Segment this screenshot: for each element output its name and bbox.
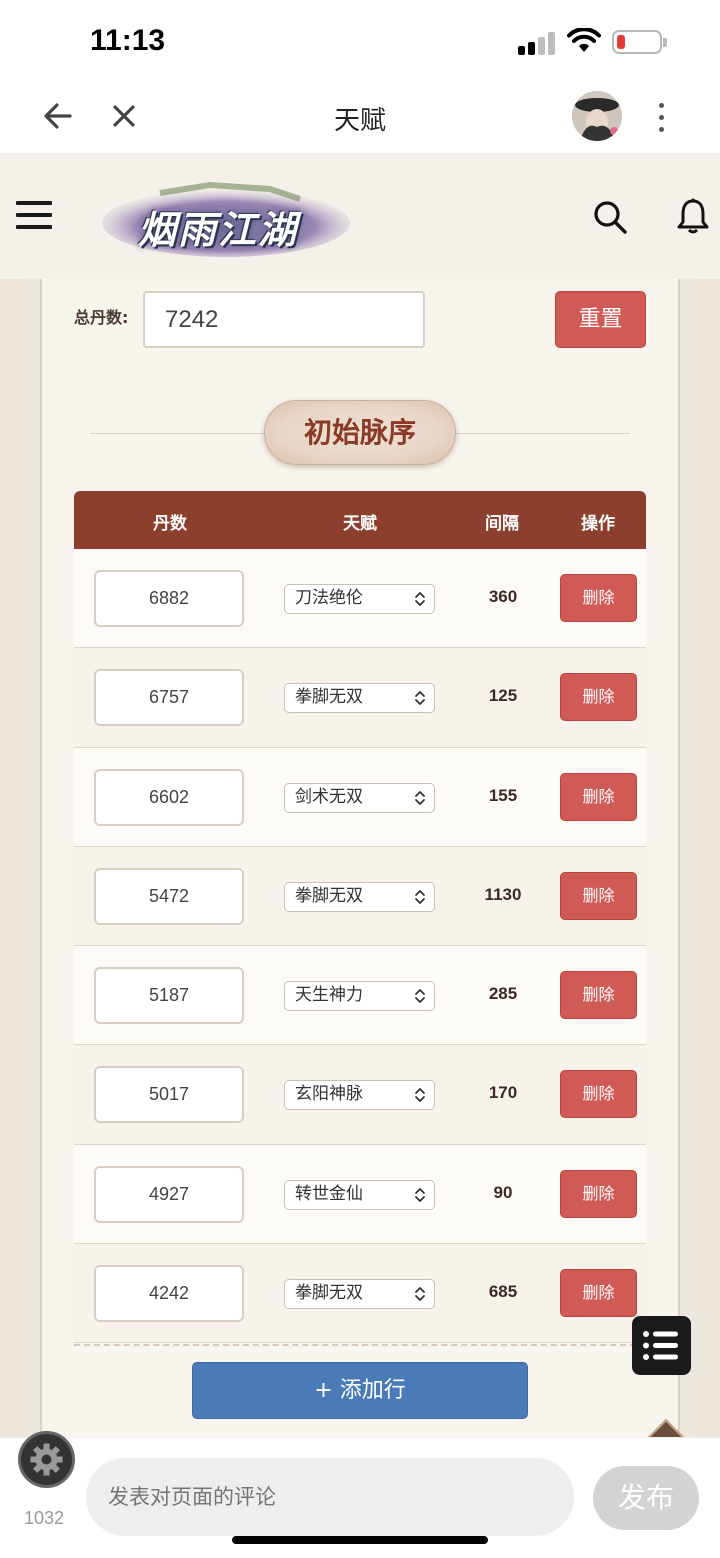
chevron-updown-icon <box>415 989 425 1004</box>
delete-button[interactable]: 删除 <box>560 772 637 821</box>
delete-button[interactable]: 删除 <box>560 574 637 622</box>
interval-value: 170 <box>488 1083 518 1103</box>
site-header: 烟雨江湖 <box>0 153 720 279</box>
bell-icon[interactable] <box>676 197 710 235</box>
table-row: 5187 天生神力 285 删除 <box>74 946 646 1046</box>
delete-button[interactable]: 删除 <box>560 673 637 722</box>
dan-input[interactable]: 6757 <box>94 669 244 727</box>
table-row: 4242 拳脚无双 685 删除 <box>74 1244 646 1344</box>
table-row: 6602 剑术无双 155 删除 <box>74 747 646 847</box>
table-header: 丹数 天赋 间隔 操作 <box>74 491 646 549</box>
interval-value: 155 <box>488 785 518 805</box>
interval-value: 125 <box>488 686 518 706</box>
interval-value: 1130 <box>484 884 522 904</box>
more-icon[interactable] <box>648 100 674 132</box>
talent-select-value: 拳脚无双 <box>295 885 363 906</box>
dan-input[interactable]: 6602 <box>94 768 244 826</box>
talent-select-value: 拳脚无双 <box>295 1283 363 1304</box>
add-row-button[interactable]: + 添加行 <box>192 1362 528 1419</box>
nav-bar: 天赋 <box>0 80 720 153</box>
signal-icon <box>518 31 558 55</box>
chevron-updown-icon <box>415 1187 425 1202</box>
interval-value: 285 <box>488 984 518 1004</box>
talent-table: 丹数 天赋 间隔 操作 6882 刀法绝伦 360 删除 6757 拳脚无双 125 删除 66… <box>74 491 646 1344</box>
gear-icon <box>30 1443 63 1476</box>
delete-button[interactable]: 删除 <box>560 1269 637 1318</box>
interval-value: 685 <box>488 1282 518 1302</box>
chevron-updown-icon <box>415 592 425 606</box>
table-row: 5472 拳脚无双 1130 删除 <box>74 846 646 947</box>
talent-select-value: 剑术无双 <box>295 786 363 807</box>
talent-select[interactable]: 刀法绝伦 <box>284 584 435 614</box>
status-time: 11:13 <box>90 24 166 57</box>
talent-select-value: 玄阳神脉 <box>295 1084 363 1105</box>
chevron-updown-icon <box>415 1088 425 1103</box>
battery-icon <box>612 30 662 54</box>
wifi-icon <box>567 28 601 52</box>
logo-text: 烟雨江湖 <box>138 207 299 252</box>
interval-value: 360 <box>488 587 518 606</box>
publish-button[interactable]: 发布 <box>593 1466 699 1530</box>
menu-icon[interactable] <box>16 201 52 231</box>
chevron-updown-icon <box>415 790 425 805</box>
delete-button[interactable]: 删除 <box>560 1169 637 1218</box>
status-bar: 11:13 <box>0 0 720 80</box>
comment-input[interactable] <box>86 1458 574 1536</box>
talent-select[interactable]: 玄阳神脉 <box>284 1080 435 1111</box>
avatar[interactable] <box>572 91 622 141</box>
header-action: 操作 <box>581 514 615 534</box>
header-dan: 丹数 <box>153 514 187 534</box>
chevron-updown-icon <box>415 889 425 904</box>
header-talent: 天赋 <box>343 514 377 534</box>
talent-select[interactable]: 转世金仙 <box>284 1179 435 1210</box>
delete-button[interactable]: 删除 <box>560 1070 637 1119</box>
dan-input[interactable]: 4927 <box>94 1165 244 1223</box>
delete-button[interactable]: 删除 <box>560 871 637 920</box>
table-row: 6757 拳脚无双 125 删除 <box>74 648 646 748</box>
header-interval: 间隔 <box>485 514 519 534</box>
talent-select[interactable]: 剑术无双 <box>284 782 435 813</box>
comment-count: 1032 <box>23 1508 65 1528</box>
dan-input[interactable]: 6882 <box>94 570 244 627</box>
section-title: 初始脉序 <box>264 400 456 465</box>
talent-select-value: 转世金仙 <box>295 1183 363 1204</box>
interval-value: 90 <box>493 1182 513 1202</box>
dan-input[interactable]: 5472 <box>94 867 244 925</box>
table-footer-divider <box>74 1344 646 1346</box>
dan-input[interactable]: 4242 <box>94 1265 244 1323</box>
list-icon[interactable] <box>632 1316 691 1375</box>
talent-select-value: 拳脚无双 <box>295 687 363 708</box>
talent-select[interactable]: 拳脚无双 <box>284 683 435 714</box>
talent-select-value: 刀法绝伦 <box>295 588 363 608</box>
settings-button[interactable] <box>18 1431 75 1488</box>
total-dan-input[interactable] <box>143 291 425 348</box>
total-dan-label: 总丹数: <box>74 308 129 327</box>
chevron-updown-icon <box>415 691 425 706</box>
dan-input[interactable]: 5187 <box>94 967 244 1025</box>
talent-select[interactable]: 天生神力 <box>284 981 435 1012</box>
table-row: 4927 转世金仙 90 删除 <box>74 1144 646 1245</box>
talent-select[interactable]: 拳脚无双 <box>284 881 435 912</box>
home-indicator <box>232 1536 488 1544</box>
dan-input[interactable]: 5017 <box>94 1066 244 1124</box>
talent-select[interactable]: 拳脚无双 <box>284 1279 435 1310</box>
search-icon[interactable] <box>592 199 628 235</box>
table-row: 6882 刀法绝伦 360 删除 <box>74 549 646 649</box>
chevron-updown-icon <box>415 1287 425 1301</box>
table-row: 5017 玄阳神脉 170 删除 <box>74 1045 646 1145</box>
reset-button[interactable]: 重置 <box>555 291 646 348</box>
delete-button[interactable]: 删除 <box>560 971 637 1020</box>
talent-select-value: 天生神力 <box>295 985 363 1006</box>
